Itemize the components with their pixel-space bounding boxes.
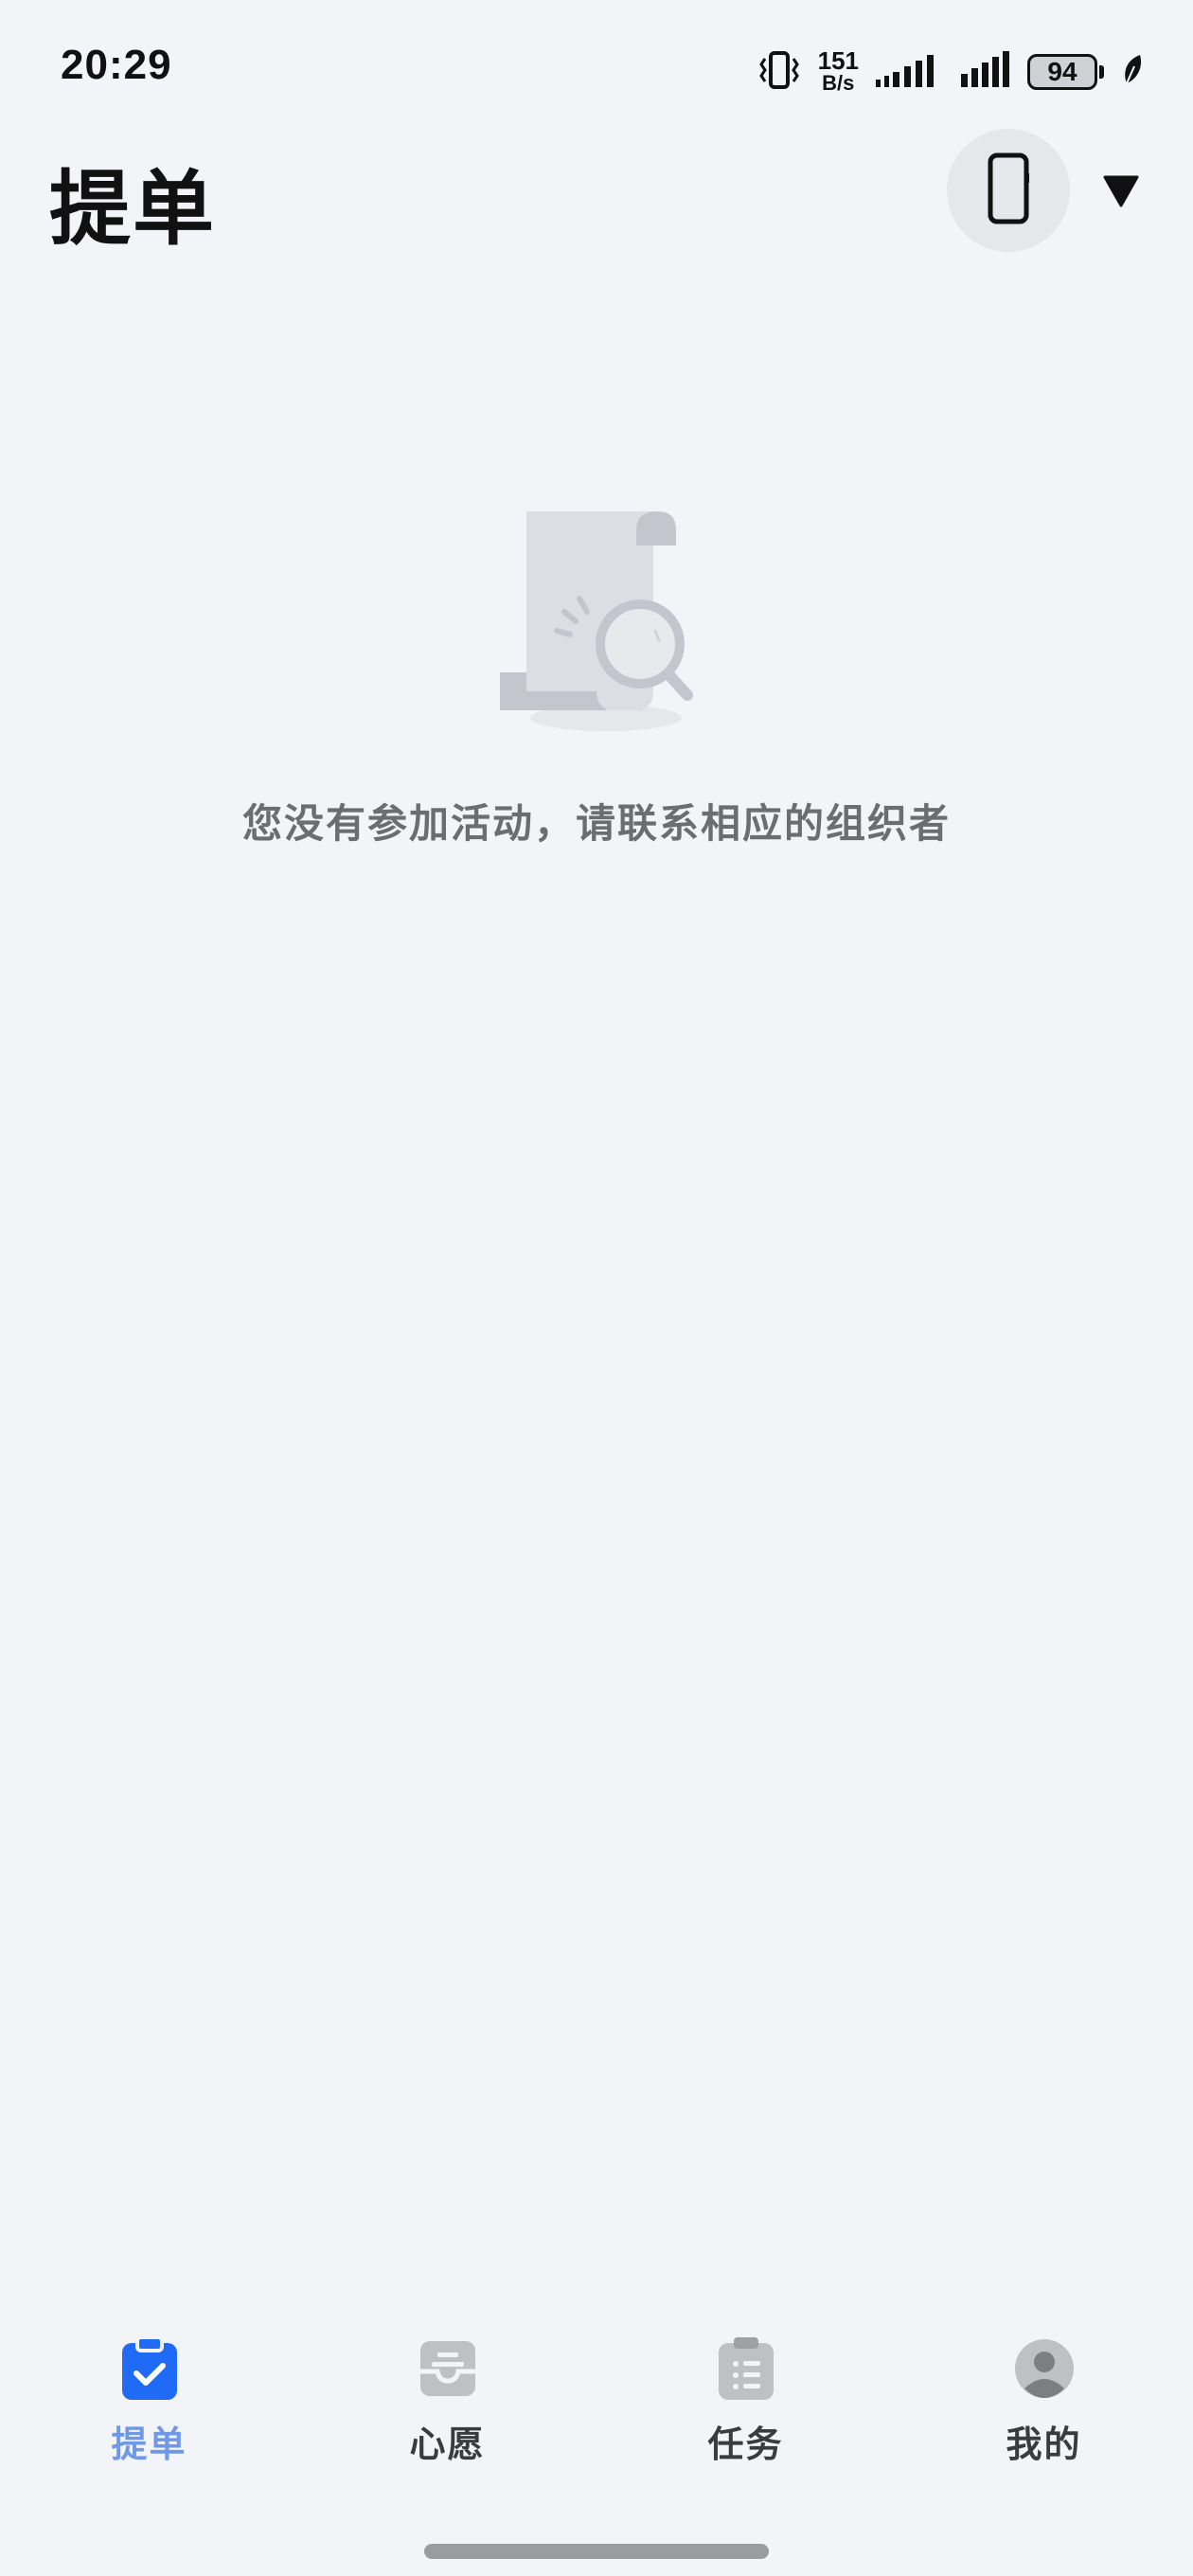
status-time: 20:29: [61, 42, 172, 88]
app-screen: 20:29 151 B/s 94 提单 您没有参加活动，请联系相应的组织者 提单…: [0, 0, 1193, 2576]
nav-label: 心愿: [409, 2423, 486, 2465]
empty-document-search-icon: [473, 492, 720, 739]
battery-indicator: 94: [1027, 54, 1104, 90]
empty-state-message: 您没有参加活动，请联系相应的组织者: [241, 800, 951, 847]
network-speed-value: 151: [817, 46, 859, 75]
triangle-down-icon: [1103, 175, 1139, 211]
battery-tip: [1099, 65, 1104, 79]
signal-strength-icon-sim2: [961, 51, 1010, 93]
network-speed-unit: B/s: [822, 71, 855, 95]
dropdown-arrow-button[interactable]: [1102, 174, 1140, 212]
nav-label: 任务: [707, 2423, 784, 2465]
network-speed: 151 B/s: [817, 46, 859, 95]
clipboard-check-icon: [118, 2335, 181, 2400]
empty-state: 您没有参加活动，请联系相应的组织者: [0, 492, 1193, 850]
nav-item-renwu[interactable]: 任务: [596, 2311, 895, 2500]
page-title: 提单: [49, 161, 216, 257]
nav-label: 我的: [1006, 2423, 1082, 2465]
nav-item-xinyuan[interactable]: 心愿: [298, 2311, 596, 2500]
device-switch-button[interactable]: [947, 129, 1070, 252]
status-bar: 20:29 151 B/s 94: [0, 0, 1193, 142]
nav-item-wode[interactable]: 我的: [895, 2311, 1193, 2500]
battery-icon: 94: [1027, 54, 1097, 90]
bottom-navigation: 提单 心愿 任务 我的: [0, 2311, 1193, 2500]
task-list-icon: [715, 2337, 777, 2400]
leaf-icon: [1121, 53, 1144, 91]
phone-icon: [988, 152, 1029, 228]
page-header: 提单: [0, 129, 1193, 257]
nav-item-tidan[interactable]: 提单: [0, 2311, 298, 2500]
home-indicator[interactable]: [424, 2544, 769, 2559]
user-avatar-icon: [1013, 2337, 1076, 2400]
signal-strength-icon-sim1: [876, 51, 944, 93]
inbox-tray-icon: [417, 2337, 479, 2400]
battery-level: 94: [1047, 57, 1077, 86]
vibrate-icon: [757, 49, 801, 95]
status-icons: 151 B/s 94: [757, 44, 1144, 100]
nav-label: 提单: [111, 2423, 187, 2465]
